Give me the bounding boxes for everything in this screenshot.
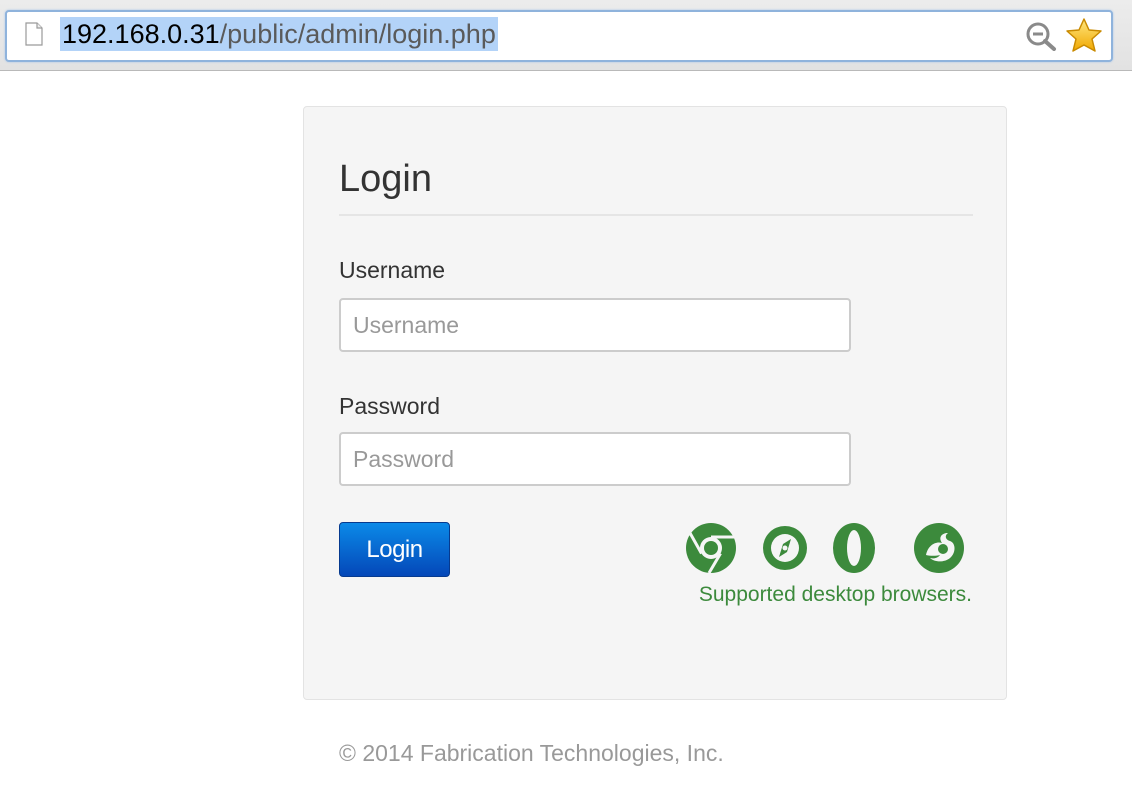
zoom-icon[interactable] — [1025, 21, 1057, 51]
bookmark-star-icon[interactable] — [1065, 17, 1103, 53]
browser-toolbar: 192.168.0.31/public/admin/login.php — [0, 0, 1132, 71]
chrome-icon — [684, 521, 738, 575]
safari-icon — [758, 521, 812, 575]
url-text[interactable]: 192.168.0.31/public/admin/login.php — [60, 17, 498, 51]
page-icon — [25, 22, 43, 46]
address-bar[interactable]: 192.168.0.31/public/admin/login.php — [5, 10, 1113, 62]
supported-browsers-text: Supported desktop browsers. — [698, 583, 972, 606]
password-label: Password — [339, 393, 440, 419]
username-label: Username — [339, 257, 446, 283]
login-panel: Login Username Password Login — [303, 106, 1007, 700]
username-input[interactable] — [339, 298, 851, 352]
title-divider — [339, 214, 973, 216]
password-input[interactable] — [339, 432, 851, 486]
url-path: /public/admin/login.php — [219, 19, 496, 49]
login-button[interactable]: Login — [339, 522, 450, 577]
login-title: Login — [339, 158, 432, 200]
copyright-footer: © 2014 Fabrication Technologies, Inc. — [339, 740, 724, 766]
url-host: 192.168.0.31 — [62, 19, 220, 49]
firefox-icon — [912, 521, 966, 575]
opera-icon — [827, 521, 881, 575]
